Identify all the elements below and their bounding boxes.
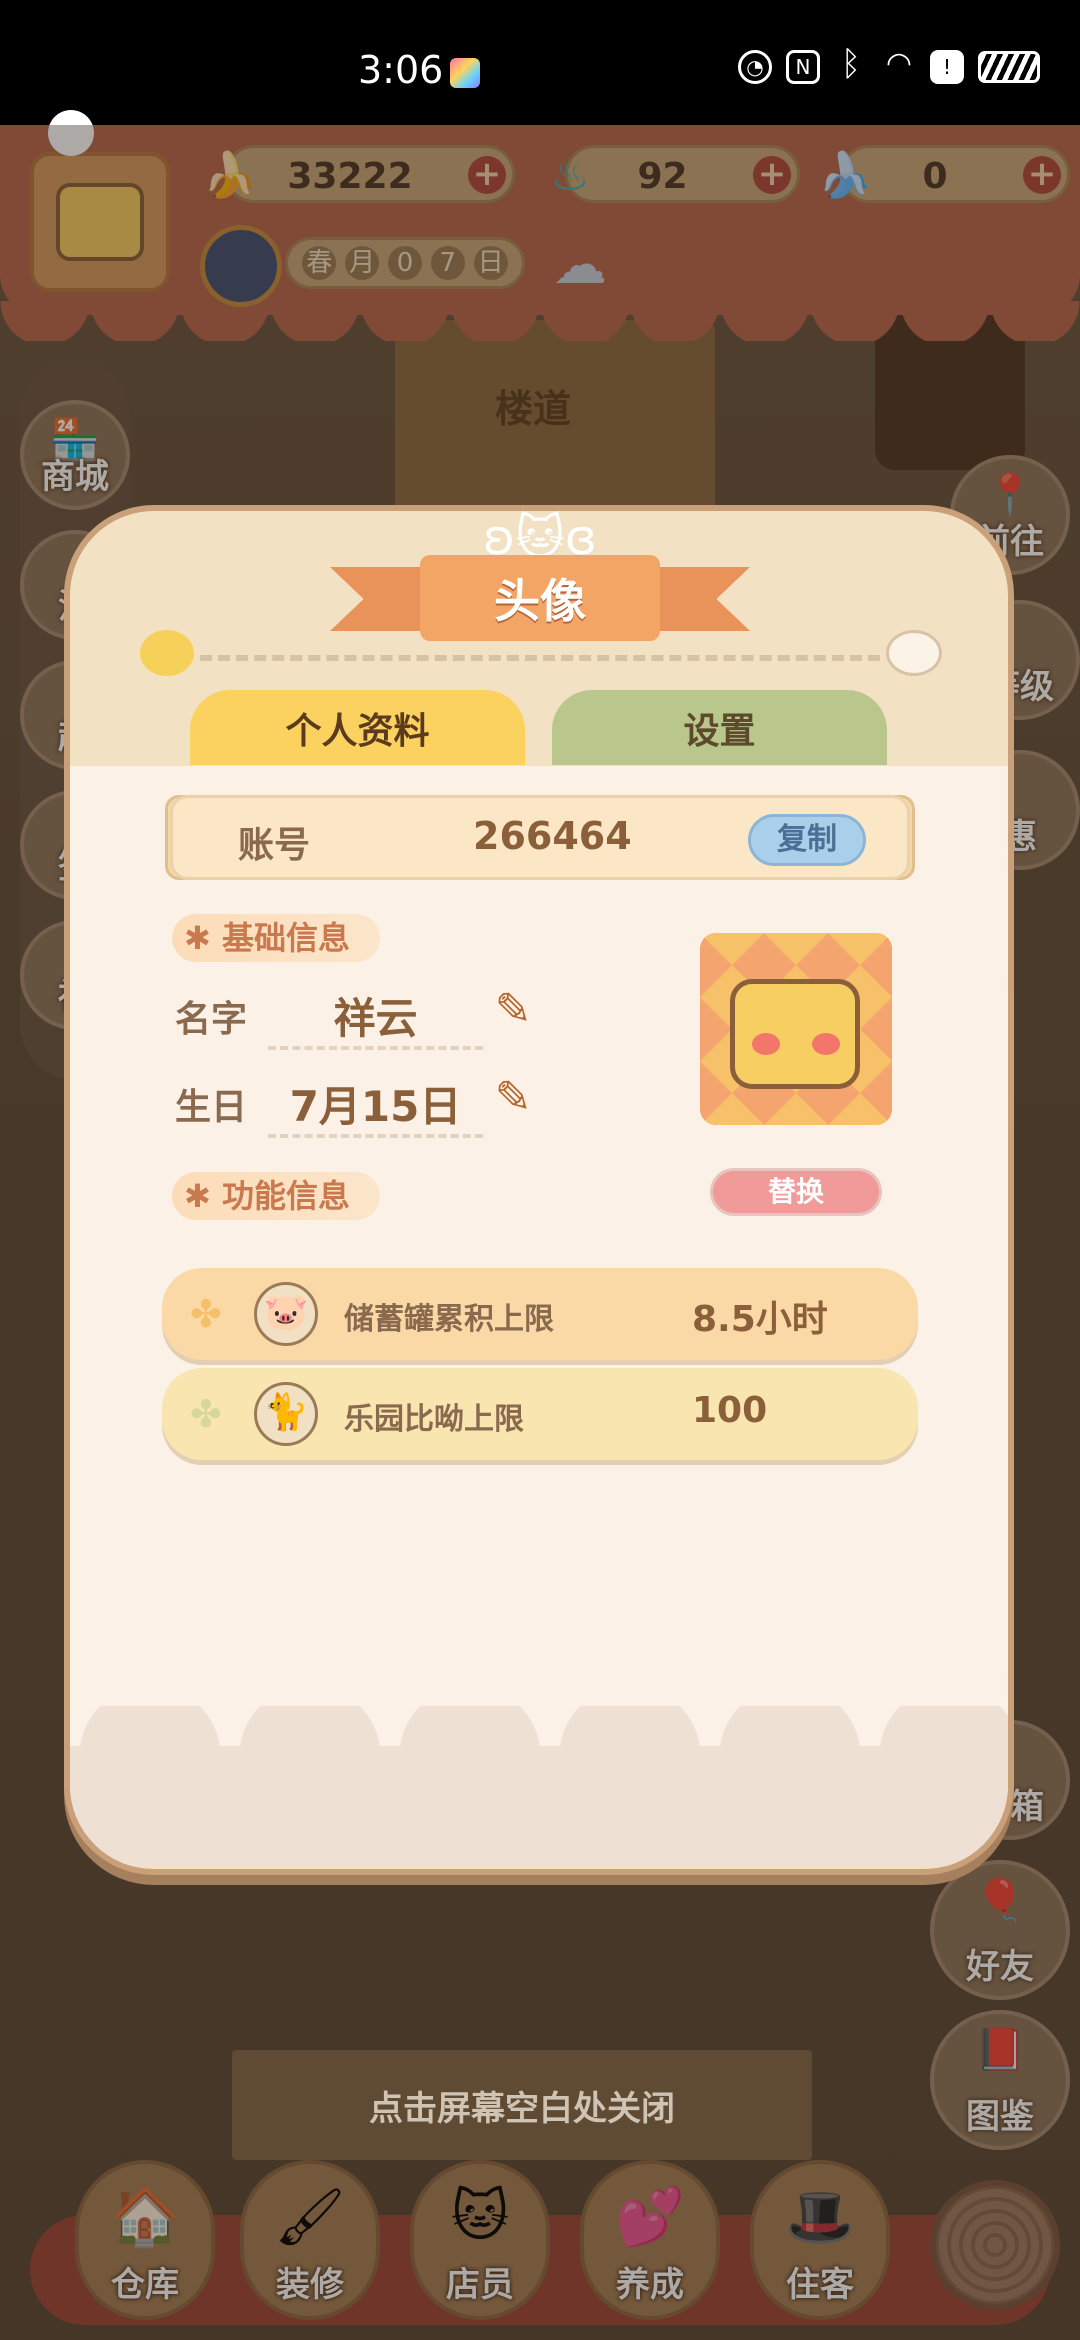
edit-birthday-pencil-icon[interactable]: ✎ bbox=[488, 1073, 538, 1123]
tab-settings[interactable]: 设置 bbox=[552, 690, 887, 765]
stat-label: 乐园比呦上限 bbox=[344, 1402, 524, 1437]
bluetooth-icon: ᛒ bbox=[840, 44, 862, 84]
alert-icon: ! bbox=[930, 50, 964, 84]
name-label: 名字 bbox=[175, 999, 248, 1040]
nfc-icon: N bbox=[786, 50, 820, 84]
clover-icon: ✤ bbox=[190, 1392, 222, 1436]
avatar-cheek bbox=[812, 1033, 840, 1055]
wifi-icon: ◠ bbox=[885, 46, 913, 81]
copy-button[interactable]: 复制 bbox=[748, 814, 866, 866]
edit-name-pencil-icon[interactable]: ✎ bbox=[488, 985, 538, 1035]
avatar-cheek bbox=[752, 1033, 780, 1055]
profile-avatar[interactable] bbox=[700, 933, 892, 1125]
speed-icon: ◔ bbox=[738, 50, 772, 84]
stat-row: ✤ 🐷 储蓄罐累积上限 8.5小时 bbox=[162, 1268, 918, 1360]
stat-label: 储蓄罐累积上限 bbox=[344, 1302, 554, 1337]
basic-info-label: 基础信息 bbox=[221, 919, 350, 957]
birthday-value: 7月15日 bbox=[268, 1073, 483, 1138]
stat-value: 100 bbox=[692, 1390, 768, 1431]
function-info-section: ✱ 功能信息 bbox=[172, 1172, 380, 1220]
tab-profile[interactable]: 个人资料 bbox=[190, 690, 525, 765]
battery-icon bbox=[978, 51, 1040, 83]
basic-info-section: ✱ 基础信息 bbox=[172, 914, 380, 962]
account-id: 266464 bbox=[473, 814, 632, 858]
status-icons: ◔ N ᛒ ◠ ! bbox=[738, 44, 1040, 84]
clover-icon: ✤ bbox=[190, 1292, 222, 1336]
modal-bottom-wave bbox=[70, 1706, 1008, 1866]
app-notification-icon bbox=[450, 58, 480, 88]
modal-title: 头像 bbox=[494, 574, 586, 628]
account-row: 账号 266464 复制 bbox=[170, 795, 910, 880]
replace-avatar-button[interactable]: 替换 bbox=[710, 1168, 882, 1216]
white-chick-icon bbox=[886, 630, 942, 676]
piggy-bank-icon: 🐷 bbox=[254, 1282, 318, 1346]
status-time: 3:06 bbox=[358, 48, 444, 92]
birthday-label: 生日 bbox=[175, 1087, 248, 1128]
name-value: 祥云 bbox=[268, 985, 483, 1050]
stat-row: ✤ 🐈 乐园比呦上限 100 bbox=[162, 1368, 918, 1460]
cat-pair-icon: 🐈 bbox=[254, 1382, 318, 1446]
account-label: 账号 bbox=[238, 825, 311, 866]
close-hint: 点击屏幕空白处关闭 bbox=[232, 2050, 812, 2160]
yellow-chick-icon bbox=[140, 630, 194, 676]
dashed-divider bbox=[200, 655, 880, 661]
stat-value: 8.5小时 bbox=[692, 1299, 828, 1340]
function-info-label: 功能信息 bbox=[221, 1177, 350, 1215]
cat-avatar-icon bbox=[730, 979, 860, 1089]
status-bar: 3:06 ◔ N ᛒ ◠ ! bbox=[0, 0, 1080, 125]
title-ribbon: 头像 bbox=[330, 555, 750, 645]
